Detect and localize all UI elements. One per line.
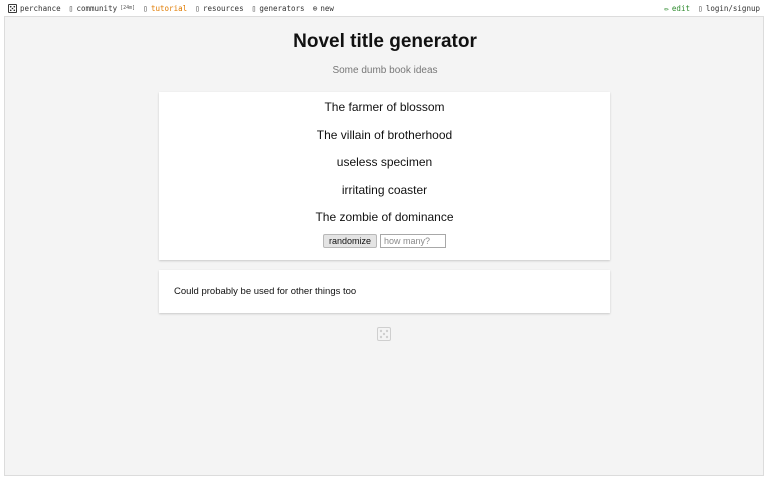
nav-resources[interactable]: ▯ resources: [195, 4, 243, 13]
nav-login[interactable]: ▯ login/signup: [698, 4, 760, 13]
pencil-icon: ✏: [664, 3, 669, 13]
nav-generators[interactable]: ▯ generators: [252, 4, 305, 13]
nav-label: login/signup: [705, 3, 760, 13]
nav-label: perchance: [20, 3, 61, 13]
dice-icon[interactable]: [377, 327, 391, 341]
result-item: irritating coaster: [341, 183, 428, 197]
randomize-button[interactable]: randomize: [322, 234, 378, 248]
top-nav: perchance ▯ community [24m] ▯ tutorial ▯…: [0, 0, 768, 16]
nav-label: edit: [671, 3, 690, 13]
nav-tutorial[interactable]: ▯ tutorial: [143, 4, 187, 13]
description-text: Could probably be used for other things …: [174, 286, 357, 297]
page-title: Novel title generator: [293, 31, 477, 52]
result-item: The zombie of dominance: [315, 210, 454, 224]
count-input[interactable]: [380, 234, 447, 248]
result-item: useless specimen: [336, 155, 433, 169]
page-subtitle: Some dumb book ideas: [332, 65, 438, 76]
result-item: The farmer of blossom: [324, 100, 445, 114]
dice-icon: [8, 3, 17, 13]
result-item: The villain of brotherhood: [316, 128, 453, 142]
nav-label: community: [76, 3, 118, 13]
output-card: The farmer of blossom The villain of bro…: [159, 92, 610, 260]
nav-perchance[interactable]: perchance: [8, 3, 61, 13]
book-icon: ▯: [143, 3, 148, 13]
grid-icon: ▯: [251, 3, 257, 13]
nav-label: generators: [259, 3, 305, 13]
top-nav-left: perchance ▯ community [24m] ▯ tutorial ▯…: [8, 3, 342, 13]
nav-label: tutorial: [151, 3, 188, 13]
plus-circle-icon: ⊕: [312, 3, 318, 13]
nav-community[interactable]: ▯ community [24m]: [69, 4, 136, 13]
community-badge: [24m]: [120, 5, 136, 11]
nav-new[interactable]: ⊕ new: [313, 4, 334, 13]
nav-label: resources: [202, 3, 244, 13]
user-icon: ▯: [697, 3, 703, 13]
chat-icon: ▯: [68, 3, 74, 13]
nav-edit[interactable]: ✏ edit: [664, 4, 690, 13]
nav-label: new: [320, 3, 334, 13]
file-icon: ▯: [195, 3, 200, 13]
description-card: Could probably be used for other things …: [159, 270, 610, 313]
generator-frame: Novel title generator Some dumb book ide…: [4, 16, 764, 476]
top-nav-right: ✏ edit ▯ login/signup: [656, 4, 760, 13]
output-controls: randomize: [159, 234, 610, 248]
